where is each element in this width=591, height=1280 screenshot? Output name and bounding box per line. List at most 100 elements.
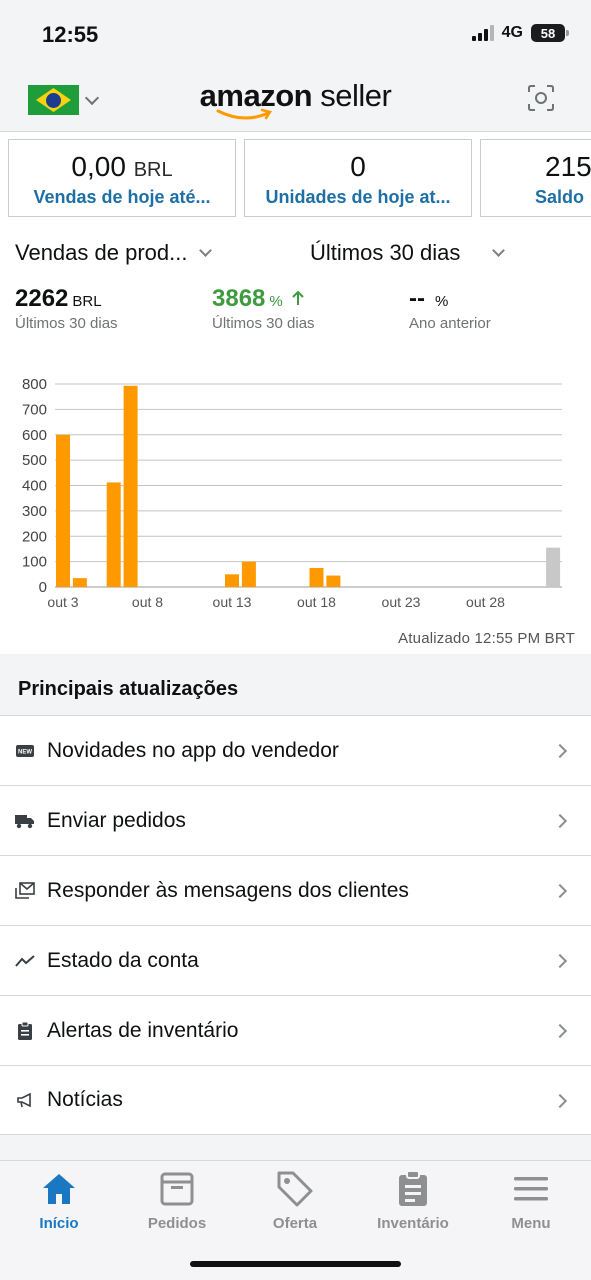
card-units-today[interactable]: 0 Unidades de hoje at... [244,139,472,217]
amazon-smile-icon [216,108,273,120]
stat-unit: % [434,293,449,310]
chart-bar [56,434,70,587]
brand-sub: seller [320,78,392,113]
messages-icon [15,881,35,901]
sales-bar-chart: 0 100 200 300 400 500 600 700 800 out 3 out 8 out 1… [22,376,562,610]
chevron-right-icon [552,953,568,969]
tab-orders[interactable]: Pedidos [118,1169,236,1232]
tab-label: Menu [511,1215,551,1232]
home-icon [0,1169,118,1209]
tab-menu[interactable]: Menu [472,1169,590,1232]
status-indicators: 4G 58 [471,24,569,42]
chevron-right-icon [552,883,568,899]
scan-icon[interactable] [527,84,555,112]
update-item-label: Alertas de inventário [47,1018,239,1042]
chart-bar [326,575,341,587]
chevron-right-icon [552,1093,568,1109]
updates-section: Principais atualizações NEW Novidades no… [0,654,591,1160]
stat-caption: Últimos 30 dias [212,315,315,332]
chart-bar [106,482,121,587]
stat-unit: % [269,293,283,310]
chart-y-tick-label: 600 [22,427,47,444]
stat-growth: 3868% Últimos 30 dias [212,285,315,332]
chart-bar [72,578,87,587]
amazon-seller-logo: amazon seller [0,78,591,114]
updates-title: Principais atualizações [18,678,239,700]
chart-bar [241,561,256,587]
battery-level: 58 [540,25,556,41]
tab-offer[interactable]: Oferta [236,1169,354,1232]
update-item-label: Estado da conta [47,948,199,972]
signal-icon [471,25,494,41]
megaphone-icon [15,1090,35,1110]
update-item-customer-messages[interactable]: Responder às mensagens dos clientes [0,855,591,925]
stat-value: 3868 [212,285,266,312]
stat-value: -- [409,285,425,312]
tab-label: Pedidos [147,1215,207,1232]
chart-y-tick-label: 400 [22,478,47,495]
battery-icon: 58 [531,24,569,42]
truck-icon [15,811,35,831]
network-type: 4G [501,24,523,41]
arrow-up-icon [292,290,305,305]
chevron-right-icon [552,813,568,829]
period-selector[interactable]: Últimos 30 dias [310,240,506,266]
clipboard-icon [15,1021,35,1041]
svg-text:NEW: NEW [18,749,32,755]
hamburger-menu-icon [472,1169,590,1209]
tab-home[interactable]: Início [0,1169,118,1232]
metric-cards: 0,00 BRL Vendas de hoje até... 0 Unidade… [8,139,591,217]
update-item-account-health[interactable]: Estado da conta [0,925,591,995]
chart-x-tick-label: out 8 [132,594,163,610]
chevron-down-icon [492,244,506,257]
card-value: 215 [545,151,591,182]
card-value: 0,00 [71,151,126,182]
status-bar: 12:55 4G 58 [0,0,591,64]
chart-y-tick-label: 300 [22,503,47,520]
update-item-news[interactable]: Notícias [0,1065,591,1135]
update-item-inventory-alerts[interactable]: Alertas de inventário [0,995,591,1065]
tab-label: Início [39,1215,79,1232]
stat-prior-year: --% Ano anterior [409,285,491,332]
trend-line-icon [15,951,35,971]
chart-y-tick-label: 800 [22,376,47,393]
chart-y-tick-label: 100 [22,554,47,571]
update-item-seller-app-news[interactable]: NEW Novidades no app do vendedor [0,715,591,785]
chart-y-tick-label: 0 [39,579,47,596]
card-balance[interactable]: 215 Saldo [480,139,591,217]
stat-caption: Ano anterior [409,315,491,332]
clipboard-icon [354,1169,472,1209]
card-unit: BRL [133,159,173,181]
chevron-right-icon [552,1023,568,1039]
chart-x-tick-label: out 18 [297,594,336,610]
chart-y-tick-label: 700 [22,401,47,418]
stat-value: 2262 [15,285,69,312]
tab-inventory[interactable]: Inventário [354,1169,472,1232]
stat-caption: Últimos 30 dias [15,315,118,332]
card-label: Vendas de hoje até... [33,187,211,207]
card-label: Saldo [535,187,585,207]
new-badge-icon: NEW [15,741,35,761]
tag-icon [236,1169,354,1209]
stat-unit: BRL [72,293,102,310]
period-selector-label: Últimos 30 dias [310,240,461,265]
app-header: amazon seller [0,64,591,132]
chart-x-tick-label: out 13 [213,594,252,610]
chevron-right-icon [552,743,568,759]
update-item-label: Notícias [47,1088,123,1111]
chart-bar [123,385,138,587]
card-sales-today[interactable]: 0,00 BRL Vendas de hoje até... [8,139,236,217]
update-item-label: Novidades no app do vendedor [47,738,339,762]
chart-bar [546,547,561,587]
updated-timestamp: Atualizado 12:55 PM BRT [398,630,575,647]
chart-x-tick-label: out 23 [382,594,421,610]
card-value: 0 [350,151,366,182]
chart-y-tick-label: 200 [22,528,47,545]
update-item-ship-orders[interactable]: Enviar pedidos [0,785,591,855]
chart-bar [225,574,239,587]
tab-label: Oferta [272,1215,318,1232]
box-icon [118,1169,236,1209]
chevron-down-icon [199,244,213,257]
chart-x-tick-label: out 28 [466,594,505,610]
metric-selector[interactable]: Vendas de prod... [15,240,213,266]
